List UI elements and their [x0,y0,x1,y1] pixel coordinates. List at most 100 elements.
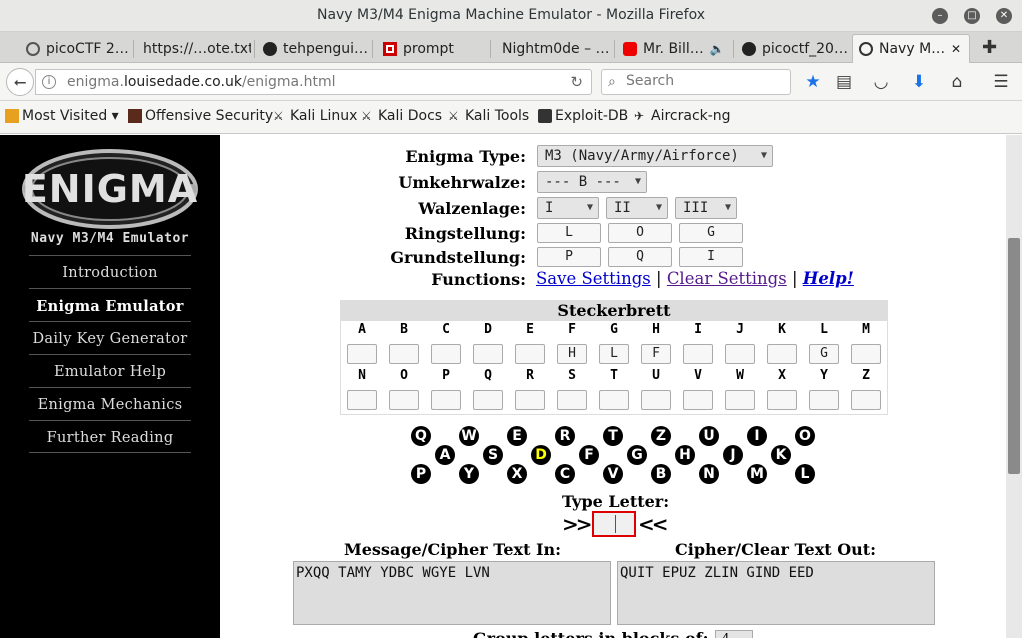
bookmark-star-icon[interactable]: ★ [802,71,824,93]
bookmark-kali-tools[interactable]: ⚔ Kali Tools [448,108,529,124]
plugboard-input[interactable] [851,390,881,410]
type-letter-input[interactable] [592,511,636,537]
enigma-type-select[interactable]: M3 (Navy/Army/Airforce) ▼ [537,145,773,167]
save-settings-link[interactable]: Save Settings [536,269,651,288]
download-icon[interactable]: ⬇ [908,71,930,93]
ground-setting-2[interactable]: Q [608,247,672,267]
plugboard-input[interactable] [347,390,377,410]
enigma-logo[interactable]: ENIGMA [21,147,199,231]
plugboard-input[interactable] [809,390,839,410]
back-button[interactable]: ⭠ [6,68,34,96]
ring-settings-label: Ringstellung: [404,224,526,243]
plugboard-input[interactable]: F [641,344,671,364]
bookmark-aircrack-ng[interactable]: ✈ Aircrack-ng [634,108,731,124]
tab-note[interactable]: https://…ote.txt [137,34,251,63]
url-path: /enigma.html [241,74,336,90]
pocket-icon[interactable]: ◡ [870,71,892,93]
plugboard-input[interactable] [641,390,671,410]
menu-item-enigma-mechanics[interactable]: Enigma Mechanics [29,387,191,420]
scrollbar-thumb[interactable] [1008,238,1020,474]
message-out-textarea[interactable]: QUIT EPUZ ZLIN GIND EED [617,561,935,625]
ring-setting-3[interactable]: G [679,223,743,243]
help-link[interactable]: Help! [803,269,854,288]
rotor-1-select[interactable]: I ▼ [537,197,599,219]
plugboard-input[interactable] [599,390,629,410]
url-text[interactable]: enigma.louisedade.co.uk/enigma.html [67,74,335,90]
menu-item-enigma-emulator[interactable]: Enigma Emulator [29,288,191,321]
tab-bar: picoCTF 2… https://…ote.txt tehpengui… p… [0,32,1022,63]
plugboard-input[interactable] [431,390,461,410]
plugboard-input[interactable]: G [809,344,839,364]
plugboard-input[interactable] [515,344,545,364]
plugboard-input[interactable] [515,390,545,410]
plugboard-input[interactable] [389,344,419,364]
plugboard-input[interactable] [389,390,419,410]
home-icon[interactable]: ⌂ [946,71,968,93]
reading-list-icon[interactable]: ▤ [833,71,855,93]
maximize-icon[interactable]: □ [964,8,980,24]
lamp-i: I [747,426,767,446]
plugboard-letter: Y [820,368,828,383]
bookmark-offensive-security[interactable]: Offensive Security [128,108,273,124]
menu-item-daily-key-generator[interactable]: Daily Key Generator [29,321,191,354]
plugboard-letter: H [652,322,660,337]
plugboard-input[interactable] [557,390,587,410]
plugboard-input[interactable] [683,390,713,410]
menu-item-further-reading[interactable]: Further Reading [29,420,191,453]
tab-separator [254,40,255,58]
tab-enigma[interactable]: Navy M… ✕ [852,34,970,63]
plugboard-input[interactable] [767,390,797,410]
info-icon[interactable]: i [42,75,56,89]
menu-item-emulator-help[interactable]: Emulator Help [29,354,191,387]
plugboard-input[interactable] [725,344,755,364]
tab-nightm0de[interactable]: Nightm0de – … [496,34,612,63]
close-window-icon[interactable]: ✕ [996,8,1012,24]
plugboard-input[interactable] [725,390,755,410]
plugboard-input[interactable] [683,344,713,364]
ring-setting-2[interactable]: O [608,223,672,243]
reload-icon[interactable]: ↻ [570,73,583,91]
tab-tehpenguin[interactable]: tehpengui… [257,34,369,63]
plugboard-input[interactable] [767,344,797,364]
bookmark-label: Offensive Security [145,108,274,124]
new-tab-icon[interactable]: ✚ [982,37,997,58]
rotor-1-value: I [545,200,554,216]
reflector-select[interactable]: --- B --- ▼ [537,171,647,193]
lamp-c: C [555,464,575,484]
picoctf-icon [26,41,40,56]
tab-picoctf[interactable]: picoCTF 2… [20,34,132,63]
plugboard-input[interactable]: H [557,344,587,364]
plugboard-input[interactable] [473,344,503,364]
bookmark-exploit-db[interactable]: Exploit-DB [538,108,628,124]
menu-item-introduction[interactable]: Introduction [29,255,191,288]
tab-mrbill[interactable]: Mr. Bill… 🔈 [617,34,729,63]
tab-prompt[interactable]: prompt [377,34,487,63]
bookmark-kali-linux[interactable]: ⚔ Kali Linux [273,108,357,124]
plugboard-letter: R [526,368,534,383]
clear-settings-link[interactable]: Clear Settings [667,269,787,288]
url-bar[interactable]: i enigma.louisedade.co.uk/enigma.html ↻ [35,69,592,95]
plugboard-letter: I [694,322,702,337]
menu-icon[interactable]: ☰ [990,71,1012,93]
ground-setting-3[interactable]: I [679,247,743,267]
search-input[interactable] [626,73,786,89]
plugboard-input[interactable] [851,344,881,364]
bookmark-kali-docs[interactable]: ⚔ Kali Docs [361,108,442,124]
plugboard-input[interactable]: L [599,344,629,364]
ground-setting-1[interactable]: P [537,247,601,267]
tab-picoctf-github[interactable]: picoctf_20… [736,34,848,63]
minimize-icon[interactable]: – [932,8,948,24]
close-tab-icon[interactable]: ✕ [951,42,961,56]
plugboard-input[interactable] [431,344,461,364]
rotor-3-select[interactable]: III ▼ [675,197,737,219]
plugboard-input[interactable] [347,344,377,364]
bookmark-most-visited[interactable]: Most Visited ▾ [5,108,119,124]
group-size-select[interactable]: 4 [715,630,753,638]
plugboard-letter: B [400,322,408,337]
plugboard-input[interactable] [473,390,503,410]
message-in-textarea[interactable]: PXQQ TAMY YDBC WGYE LVN [293,561,611,625]
search-bar[interactable]: ⌕ [601,69,791,95]
rotor-2-select[interactable]: II ▼ [606,197,668,219]
speaker-icon[interactable]: 🔈 [710,42,725,56]
ring-setting-1[interactable]: L [537,223,601,243]
